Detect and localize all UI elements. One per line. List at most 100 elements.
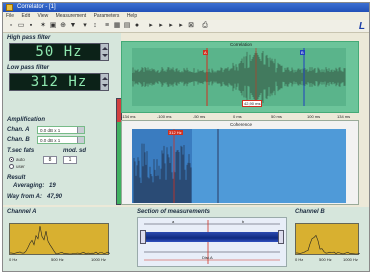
brand-logo: L — [358, 21, 365, 32]
chan-b-label: Chan. B — [7, 137, 30, 143]
spec-b-tick: 500 Hz — [319, 257, 332, 262]
channel-a-spectrum-graph — [9, 225, 111, 255]
auto-radio-label: auto — [16, 157, 25, 162]
save-icon[interactable]: ▪ — [27, 22, 35, 30]
time-field-2[interactable]: 1 — [63, 156, 77, 164]
corr-tick: -100 ms — [157, 114, 172, 119]
coherence-graph — [132, 129, 219, 203]
chan-b-select[interactable]: 0.0 dB x 1 — [37, 136, 85, 144]
high-pass-display[interactable]: 50 Hz — [9, 43, 109, 61]
correlation-readout: 42,90 ms — [242, 100, 263, 107]
coherence-marker-label: 312 Hz — [168, 130, 183, 135]
result-label: Result — [7, 175, 26, 181]
high-pass-label: High pass filter — [7, 35, 51, 41]
coherence-title: Coherence — [230, 122, 253, 127]
menu-measurement[interactable]: Measurement — [53, 12, 90, 20]
play-icon[interactable]: ▸ — [147, 22, 155, 30]
new-icon[interactable]: ▫ — [7, 22, 15, 30]
sensor-b-icon[interactable] — [278, 230, 284, 244]
low-pass-label: Low pass filter — [7, 65, 50, 71]
print-icon[interactable]: ⎙ — [201, 22, 209, 30]
forward-icon[interactable]: ▸ — [177, 22, 185, 30]
menu-view[interactable]: View — [34, 12, 51, 20]
spec-a-tick: 0 Hz — [9, 257, 18, 262]
section-title: Section of measurements — [137, 209, 211, 215]
open-icon[interactable]: ▭ — [17, 22, 25, 30]
low-pass-spinner[interactable] — [100, 74, 108, 90]
marker-a-label: A — [203, 50, 208, 55]
stop-icon[interactable]: ⊠ — [187, 22, 195, 30]
marker-icon[interactable]: ▾ — [81, 22, 89, 30]
dist-b-label: b — [242, 219, 245, 224]
channel-b-spectrum[interactable] — [295, 223, 361, 255]
pipe-dimensions — [144, 220, 280, 264]
leak-distance-label: Way from A: — [7, 194, 43, 200]
measure-label: mod. sd — [63, 148, 87, 154]
channel-b-trace — [295, 234, 361, 255]
channel-b-spectrum-graph — [295, 234, 361, 255]
filter-icon[interactable]: ▼ — [69, 22, 77, 30]
correlation-plot[interactable]: A B 42,90 ms — [131, 48, 346, 107]
menu-file[interactable]: File — [3, 12, 17, 20]
correlation-panel: Correlation A B 42,90 ms — [121, 41, 359, 113]
chan-a-label: Chan. A — [7, 127, 30, 133]
user-radio[interactable] — [9, 164, 14, 169]
high-pass-value: 50 Hz — [35, 44, 83, 60]
window-title: Correlator - [1] — [17, 4, 56, 10]
spec-b-tick: 0 Hz — [295, 257, 304, 262]
averaging-label: Averaging: — [13, 183, 45, 189]
corr-tick: -134 ms — [121, 114, 136, 119]
corr-tick: 100 ms — [307, 114, 321, 119]
view-icon[interactable]: ▣ — [49, 22, 57, 30]
averaging-value: 19 — [49, 183, 56, 189]
spec-a-tick: 1000 Hz — [91, 257, 106, 262]
channel-b-title: Channel B — [295, 209, 325, 215]
toolbar: ▫ ▭ ▪ ✶ ▣ ⊕ ▼ ▾ ↕ ≡ ▦ ▤ ● ▸ ▸ ▸ ▸ ⊠ ⎙ L — [3, 20, 369, 33]
spec-a-tick: 500 Hz — [51, 257, 64, 262]
low-pass-display[interactable]: 312 Hz — [9, 73, 109, 91]
cursor-icon[interactable]: ↕ — [91, 22, 99, 30]
menu-parameters[interactable]: Parameters — [91, 12, 123, 20]
channel-a-spectrum[interactable] — [9, 223, 111, 255]
title-bar: Correlator - [1] — [3, 3, 369, 12]
record-icon[interactable]: ● — [133, 22, 141, 30]
marker-b-label: B — [300, 50, 305, 55]
dist-total-label: Dist.A — [202, 255, 213, 260]
low-pass-value: 312 Hz — [30, 74, 88, 90]
dist-a-label: a — [172, 219, 175, 224]
channel-a-trace — [9, 225, 111, 255]
pipe-section: a b Dist.A — [137, 217, 287, 267]
user-radio-label: user — [16, 164, 25, 169]
pipe-graphic — [144, 232, 280, 242]
coherence-panel: Coherence 312 Hz — [121, 120, 359, 205]
grid-icon[interactable]: ≡ — [103, 22, 111, 30]
corr-tick: 0 ms — [233, 114, 242, 119]
chart-icon[interactable]: ▤ — [123, 22, 131, 30]
zoom-icon[interactable]: ⊕ — [59, 22, 67, 30]
app-icon — [6, 4, 13, 11]
time-field-1[interactable]: 8 — [43, 156, 57, 164]
channel-a-title: Channel A — [7, 209, 37, 215]
settings-icon[interactable]: ✶ — [39, 22, 47, 30]
high-pass-spinner[interactable] — [100, 44, 108, 60]
correlation-waveform — [131, 48, 346, 106]
sensor-a-icon[interactable] — [140, 230, 146, 244]
control-panel: High pass filter 50 Hz Low pass filter 3… — [3, 33, 121, 205]
menu-edit[interactable]: Edit — [18, 12, 33, 20]
spec-b-tick: 1000 Hz — [343, 257, 358, 262]
step-icon[interactable]: ▸ — [167, 22, 175, 30]
menu-help[interactable]: Help — [124, 12, 140, 20]
corr-tick: -50 ms — [193, 114, 206, 119]
auto-radio[interactable] — [9, 157, 14, 162]
menu-bar: File Edit View Measurement Parameters He… — [3, 12, 369, 20]
coherence-plot[interactable]: 312 Hz — [132, 129, 346, 203]
bottom-section: Channel A 0 Hz 500 Hz 1000 Hz Section of… — [3, 207, 369, 271]
play-next-icon[interactable]: ▸ — [157, 22, 165, 30]
corr-tick: 50 ms — [271, 114, 282, 119]
correlation-title: Correlation — [230, 42, 253, 47]
app-window: Correlator - [1] File Edit View Measurem… — [2, 2, 370, 272]
time-label: T.sec fats — [7, 148, 35, 154]
chan-a-select[interactable]: 0.0 dB x 1 — [37, 126, 85, 134]
spectrum-icon[interactable]: ▦ — [113, 22, 121, 30]
leak-distance-value: 47,90 — [47, 194, 63, 200]
